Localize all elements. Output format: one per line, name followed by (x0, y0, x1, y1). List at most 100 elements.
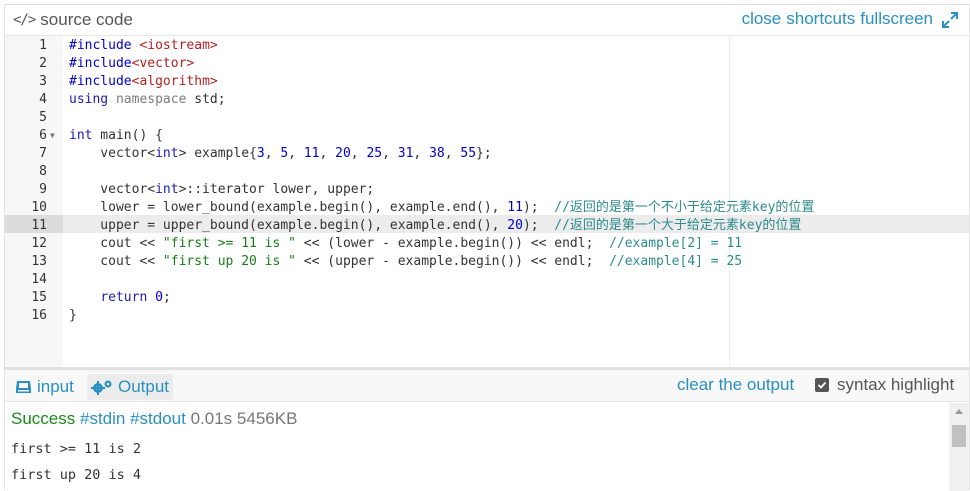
output-scrollbar[interactable] (949, 403, 969, 491)
code-line: 14 (5, 271, 969, 289)
line-number: 6 (39, 128, 47, 143)
code-token: vector< (69, 182, 156, 197)
stdin-link[interactable]: #stdin (80, 409, 125, 428)
tab-output[interactable]: Output (87, 374, 174, 400)
scroll-up-arrow-icon[interactable] (955, 409, 963, 414)
syntax-highlight-toggle[interactable]: syntax highlight (815, 375, 954, 395)
code-token: <iostream> (139, 38, 218, 53)
code-token: ; (162, 290, 171, 305)
code-editor[interactable]: 1 #include <iostream> 2 #include<vector> 3 #i… (5, 36, 969, 366)
code-token: //返回的是第一个大于给定元素key的位置 (554, 218, 802, 233)
code-token: int (69, 128, 93, 143)
expand-icon[interactable] (941, 11, 959, 29)
code-line: 16} (5, 307, 969, 325)
code-line: 5 (5, 109, 969, 127)
code-line: 2 #include<vector> (5, 55, 969, 73)
code-token: 55 (460, 146, 477, 161)
code-token: //返回的是第一个不小于给定元素key的位置 (554, 200, 815, 215)
code-text: #include<algorithm> (69, 73, 218, 91)
source-header: </> source code close shortcuts fullscre… (5, 5, 969, 36)
code-token: ); (522, 218, 555, 233)
code-token: lower = lower_bound(example.begin(), exa… (69, 200, 508, 215)
code-token: , (444, 146, 461, 161)
code-text: using namespace std; (69, 91, 226, 109)
code-token: 5 (280, 146, 289, 161)
line-number: 9 (39, 182, 47, 197)
output-line: first up 20 is 4 (11, 467, 142, 483)
code-text: cout << "first >= 11 is " << (lower - ex… (69, 235, 742, 253)
code-token: >::iterator lower, upper; (178, 182, 375, 197)
code-text: #include<vector> (69, 55, 194, 73)
code-token: 38 (429, 146, 445, 161)
source-title-label: source code (40, 10, 133, 29)
code-text: } (69, 307, 77, 325)
code-token: , (350, 146, 367, 161)
code-token: "first >= 11 is " (162, 236, 296, 251)
code-token: , (382, 146, 398, 161)
checkbox-icon[interactable] (815, 378, 829, 392)
code-token: 11 (303, 146, 320, 161)
line-number: 16 (31, 308, 47, 323)
code-line: 1 #include <iostream> (5, 37, 969, 55)
close-link[interactable]: close (742, 9, 782, 29)
fold-arrow-icon[interactable]: ▼ (50, 127, 55, 145)
code-line: 13 cout << "first up 20 is " << (upper -… (5, 253, 969, 271)
source-title: </> source code (13, 10, 133, 30)
code-token: cout << (69, 254, 163, 269)
line-number: 14 (31, 272, 47, 287)
output-panel: Success #stdin #stdout 0.01s 5456KB firs… (5, 403, 969, 491)
code-line: 10 lower = lower_bound(example.begin(), … (5, 199, 969, 217)
code-token: vector< (69, 146, 156, 161)
code-line: 15 return 0; (5, 289, 969, 307)
code-token: #include (69, 74, 132, 89)
run-time: 0.01s (190, 409, 233, 428)
code-token: 20 (335, 146, 351, 161)
code-token: cout << (69, 236, 163, 251)
code-token: upper = upper_bound(example.begin(), exa… (69, 218, 508, 233)
status-success: Success (11, 409, 76, 428)
code-text: lower = lower_bound(example.begin(), exa… (69, 199, 814, 217)
shortcuts-link[interactable]: shortcuts (786, 9, 855, 29)
line-number: 12 (31, 236, 47, 251)
code-token: 3 (256, 146, 265, 161)
stdout-link[interactable]: #stdout (130, 409, 186, 428)
clear-output-link[interactable]: clear the output (677, 375, 794, 395)
code-token: //example[4] = 25 (609, 254, 743, 269)
fullscreen-link[interactable]: fullscreen (860, 9, 933, 29)
ide-frame: </> source code close shortcuts fullscre… (4, 4, 970, 491)
syntax-highlight-label: syntax highlight (837, 375, 955, 394)
stdout-text: first >= 11 is 2 first up 20 is 4 (11, 436, 141, 488)
line-number: 11 (31, 218, 47, 233)
scroll-thumb[interactable] (952, 425, 966, 447)
code-token: std; (186, 92, 226, 107)
code-line: 8 (5, 163, 969, 181)
code-text: return 0; (69, 289, 171, 307)
code-token: <vector> (131, 56, 195, 71)
code-token: , (413, 146, 430, 161)
line-number: 13 (31, 254, 47, 269)
code-token: "first up 20 is " (162, 254, 296, 269)
code-text: vector<int> example{3, 5, 11, 20, 25, 31… (69, 145, 492, 163)
gears-icon (91, 380, 112, 395)
code-text: #include <iostream> (69, 37, 218, 55)
code-text: int main() { (69, 127, 163, 145)
code-token: 11 (507, 200, 523, 215)
line-number: 10 (31, 200, 47, 215)
tab-input[interactable]: input (11, 374, 78, 400)
line-number: 7 (39, 146, 47, 161)
code-token: 25 (366, 146, 383, 161)
code-token: }; (476, 146, 492, 161)
line-number: 15 (31, 290, 47, 305)
line-number: 8 (39, 164, 47, 179)
code-line: 11 upper = upper_bound(example.begin(), … (5, 217, 969, 235)
code-token: , (264, 146, 281, 161)
code-token: 31 (397, 146, 414, 161)
line-number: 4 (39, 92, 47, 107)
code-token: ); (522, 200, 555, 215)
line-number: 5 (39, 110, 47, 125)
tab-input-label: input (37, 377, 74, 396)
code-token: return (100, 290, 148, 305)
output-line: first >= 11 is 2 (11, 441, 142, 457)
